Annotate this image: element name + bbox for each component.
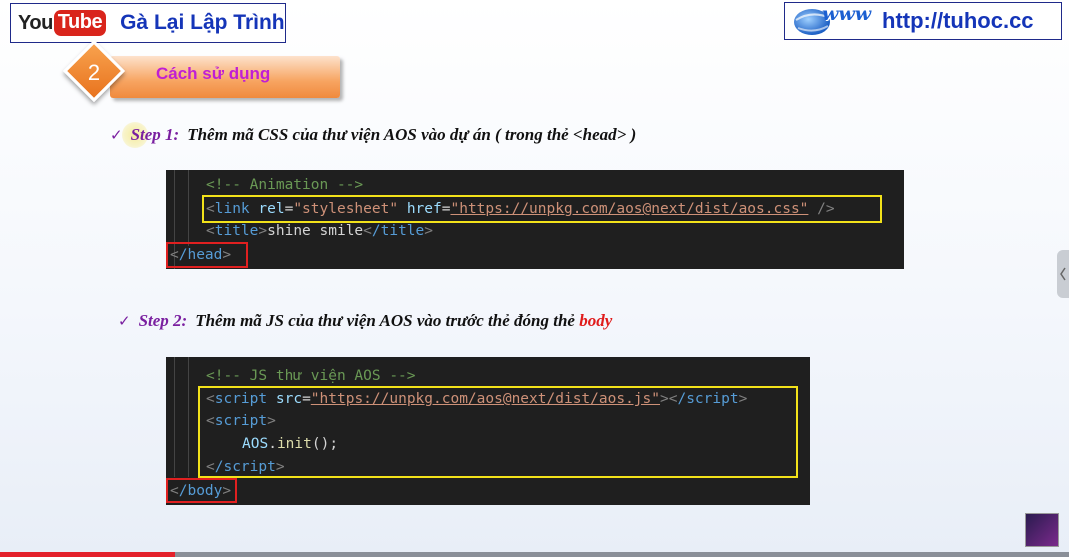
code-line-title: <title>shine smile</title>: [206, 223, 434, 239]
channel-name: Gà Lại Lập Trình: [120, 11, 285, 34]
highlight-box-body-close: [166, 478, 237, 503]
step-2-highlight: body: [579, 311, 613, 330]
code-line-comment: <!-- JS thư viện AOS -->: [206, 368, 416, 384]
channel-banner: You Tube Gà Lại Lập Trình: [10, 3, 286, 43]
youtube-logo-you: You: [18, 11, 53, 34]
highlight-box-script: [198, 386, 798, 478]
code-block-head: <!-- Animation --> <link rel="stylesheet…: [166, 170, 904, 269]
section-title: Cách sử dụng: [156, 64, 271, 83]
step-2-label: Step 2:: [138, 311, 188, 330]
section-number: 2: [87, 60, 101, 85]
side-panel-handle[interactable]: [1057, 250, 1069, 298]
highlight-box-link: [202, 195, 882, 223]
globe-www-icon: www: [788, 3, 880, 38]
highlight-box-head-close: [166, 242, 248, 268]
www-logo-text: www: [822, 3, 872, 25]
step-1: ✓ Step 1: Thêm mã CSS của thư viện AOS vào…: [110, 125, 636, 145]
site-url-banner: www http://tuhoc.cc: [784, 2, 1062, 40]
step-1-label: Step 1:: [130, 125, 180, 144]
step-1-text: Thêm mã CSS của thư viện AOS vào dự án (…: [187, 125, 637, 144]
channel-avatar[interactable]: [1025, 513, 1059, 547]
code-line-comment: <!-- Animation -->: [206, 177, 364, 193]
site-url: http://tuhoc.cc: [882, 8, 1034, 33]
step-2: ✓ Step 2: Thêm mã JS của thư viện AOS vào …: [118, 311, 612, 331]
youtube-logo-tube: Tube: [53, 10, 107, 36]
checkmark-icon: ✓: [118, 312, 131, 330]
code-block-body: <!-- JS thư viện AOS --> <script src="ht…: [166, 357, 810, 505]
step-2-text: Thêm mã JS của thư viện AOS vào trước th…: [195, 311, 575, 330]
checkmark-icon: ✓: [110, 126, 123, 144]
video-progress-fill: [0, 552, 176, 557]
